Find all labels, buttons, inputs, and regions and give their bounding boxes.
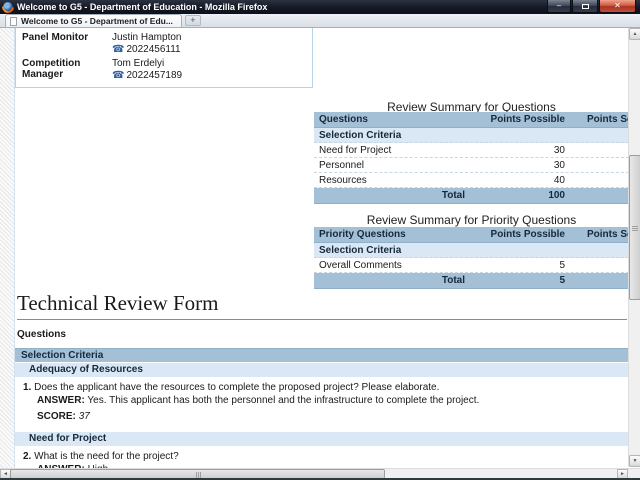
- maximize-icon: [582, 4, 589, 9]
- contact-phone: 2022456111: [126, 44, 180, 55]
- tab-welcome-g5[interactable]: Welcome to G5 - Department of Edu...: [5, 14, 182, 27]
- question-1: 1. Does the applicant have the resources…: [15, 381, 628, 394]
- contacts-box: Panel Monitor Justin Hampton ☎ 202245611…: [15, 28, 313, 88]
- table-header-row: Priority Questions Points Possible Point…: [314, 227, 628, 243]
- contact-phone: 2022457189: [126, 70, 182, 81]
- contact-row: Panel Monitor Justin Hampton ☎ 202245611…: [22, 32, 312, 55]
- scroll-down-button[interactable]: ▼: [629, 455, 640, 467]
- question-2: 2. What is the need for the project?: [15, 450, 628, 463]
- summary-priority-table: Priority Questions Points Possible Point…: [314, 227, 628, 289]
- maximize-button[interactable]: [572, 0, 598, 13]
- contact-name: Justin Hampton: [112, 32, 181, 43]
- thumb-grip: [632, 226, 638, 231]
- col-points-possible: Points Possible: [479, 229, 567, 240]
- vertical-scrollbar[interactable]: ▲ ▼: [628, 28, 640, 467]
- page-margin-stripes: [0, 28, 14, 468]
- contact-role: Competition Manager: [22, 58, 112, 81]
- table-header-row: Questions Points Possible Points Sco: [314, 112, 628, 128]
- summary-priority-title: Review Summary for Priority Questions: [314, 213, 628, 227]
- page-title: Technical Review Form: [17, 291, 627, 320]
- total-row: Total 100: [314, 188, 628, 204]
- tab-title: Welcome to G5 - Department of Edu...: [21, 16, 173, 26]
- table-row: Overall Comments 5: [314, 258, 628, 273]
- new-tab-button[interactable]: +: [185, 15, 201, 26]
- table-row: Personnel 30: [314, 158, 628, 173]
- section-row: Selection Criteria: [314, 243, 628, 258]
- contact-name: Tom Erdelyi: [112, 58, 182, 69]
- scroll-up-button[interactable]: ▲: [629, 28, 640, 40]
- vertical-scroll-thumb[interactable]: [629, 155, 640, 300]
- contact-row: Competition Manager Tom Erdelyi ☎ 202245…: [22, 58, 312, 81]
- questions-section: Selection Criteria Adequacy of Resources…: [15, 348, 628, 468]
- phone-icon: ☎: [112, 45, 124, 55]
- title-bar[interactable]: Welcome to G5 - Department of Education …: [0, 0, 640, 14]
- table-row: Need for Project 30: [314, 143, 628, 158]
- questions-label: Questions: [17, 329, 66, 340]
- col-points-scored: Points Sco: [567, 114, 628, 125]
- contact-role: Panel Monitor: [22, 32, 112, 55]
- table-row: Resources 40: [314, 173, 628, 188]
- total-row: Total 5: [314, 273, 628, 289]
- window-controls: – ✕: [547, 0, 636, 13]
- score-1: SCORE: 37: [15, 410, 628, 423]
- summary-questions-table: Questions Points Possible Points Sco Sel…: [314, 112, 628, 204]
- tab-bar: Welcome to G5 - Department of Edu... +: [0, 14, 640, 28]
- subsection-adequacy-of-resources: Adequacy of Resources: [15, 363, 628, 377]
- col-priority-questions: Priority Questions: [314, 229, 479, 240]
- page-icon: [10, 17, 17, 26]
- section-header-selection-criteria: Selection Criteria: [15, 348, 628, 362]
- browser-window: Welcome to G5 - Department of Education …: [0, 0, 640, 480]
- col-points-scored: Points Sco: [567, 229, 628, 240]
- minimize-button[interactable]: –: [547, 0, 571, 13]
- phone-icon: ☎: [112, 71, 124, 81]
- window-title: Welcome to G5 - Department of Education …: [17, 2, 267, 12]
- horizontal-scrollbar[interactable]: ◄ ►: [0, 468, 640, 478]
- col-questions: Questions: [314, 114, 479, 125]
- answer-1: ANSWER: Yes. This applicant has both the…: [15, 394, 628, 407]
- subsection-need-for-project: Need for Project: [15, 432, 628, 446]
- page-content: Panel Monitor Justin Hampton ☎ 202245611…: [14, 28, 628, 468]
- close-button[interactable]: ✕: [599, 0, 636, 13]
- section-row: Selection Criteria: [314, 128, 628, 143]
- col-points-possible: Points Possible: [479, 114, 567, 125]
- firefox-icon: [3, 2, 13, 12]
